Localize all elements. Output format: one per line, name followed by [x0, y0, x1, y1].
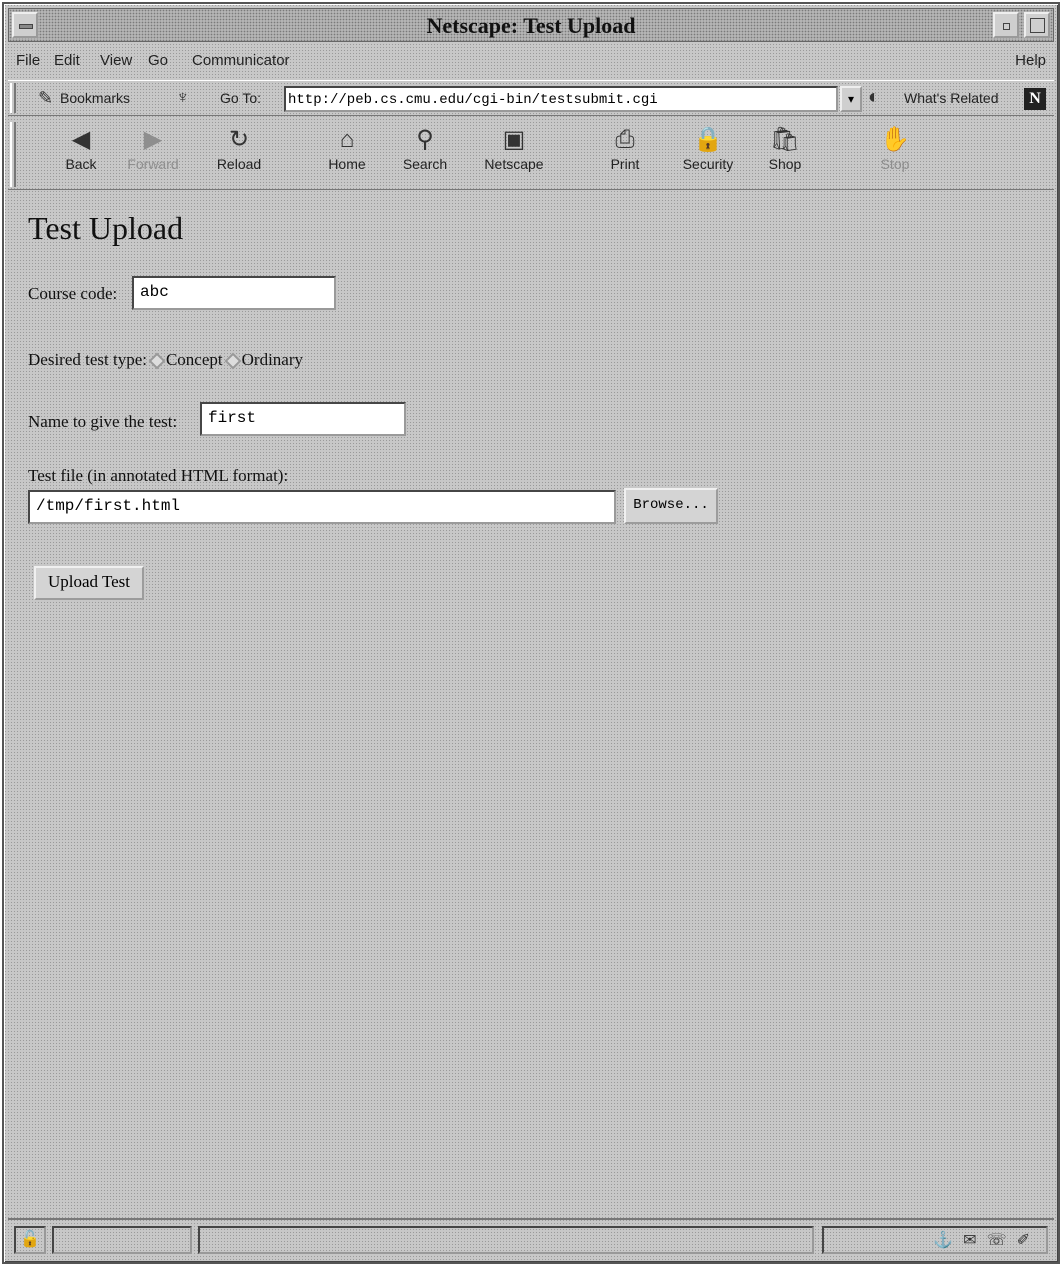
netscape-label: Netscape	[484, 156, 544, 172]
url-input[interactable]: http://peb.cs.cmu.edu/cgi-bin/testsubmit…	[284, 86, 838, 112]
discussion-icon[interactable]: ☏	[987, 1232, 1017, 1249]
toolbar-grip[interactable]	[10, 122, 16, 187]
home-label: Home	[328, 156, 366, 172]
page-proxy-icon[interactable]: ♆	[176, 87, 190, 108]
navigation-toolbar: ◀ Back ▶ Forward ↻ Reload ⌂ Home ⚲ Searc…	[8, 120, 1054, 190]
test-file-label: Test file (in annotated HTML format):	[28, 466, 289, 485]
print-button[interactable]: ⎙ Print	[590, 124, 660, 186]
menu-view[interactable]: View	[100, 52, 132, 69]
reload-button[interactable]: ↻ Reload	[204, 124, 274, 186]
menu-help[interactable]: Help	[1015, 52, 1046, 69]
security-button[interactable]: 🔒 Security	[670, 124, 746, 186]
browser-window: Netscape: Test Upload File Edit View Go …	[2, 2, 1060, 1264]
search-button[interactable]: ⚲ Search	[390, 124, 460, 186]
menu-communicator[interactable]: Communicator	[192, 52, 290, 69]
reload-label: Reload	[216, 156, 262, 172]
home-button[interactable]: ⌂ Home	[312, 124, 382, 186]
location-toolbar: ✎ Bookmarks ♆ Go To: http://peb.cs.cmu.e…	[8, 80, 1054, 116]
menu-go[interactable]: Go	[148, 52, 168, 69]
forward-label: Forward	[127, 156, 179, 172]
browse-button[interactable]: Browse...	[624, 488, 718, 524]
test-file-input[interactable]: /tmp/first.html	[28, 490, 616, 524]
mail-icon[interactable]: ✉	[963, 1232, 986, 1249]
back-button[interactable]: ◀ Back	[46, 124, 116, 186]
status-bar: 🔓 ⚓✉☏✐	[8, 1218, 1054, 1258]
stop-icon: ✋	[880, 126, 910, 153]
window-title: Netscape: Test Upload	[426, 13, 636, 38]
print-label: Print	[610, 156, 640, 172]
print-icon: ⎙	[615, 126, 635, 153]
ordinary-radio-label[interactable]: Ordinary	[242, 350, 303, 369]
search-label: Search	[402, 156, 448, 172]
forward-arrow-icon: ▶	[143, 126, 163, 153]
concept-radio[interactable]	[148, 352, 166, 370]
netscape-logo-icon[interactable]: N	[1024, 88, 1046, 110]
maximize-button[interactable]	[1024, 12, 1050, 38]
course-code-label: Course code:	[28, 284, 118, 303]
security-label: Security	[682, 156, 734, 172]
upload-test-button[interactable]: Upload Test	[34, 566, 144, 600]
navigator-icon[interactable]: ⚓	[933, 1232, 963, 1249]
status-text	[198, 1226, 814, 1254]
page-title: Test Upload	[28, 210, 184, 246]
component-bar[interactable]: ⚓✉☏✐	[822, 1226, 1048, 1254]
ordinary-radio[interactable]	[224, 352, 242, 370]
bookmarks-icon[interactable]: ✎	[38, 88, 53, 109]
test-name-input[interactable]: first	[200, 402, 406, 436]
progress-bar	[52, 1226, 192, 1254]
shop-label: Shop	[768, 156, 802, 172]
whats-related-button[interactable]: What's Related	[904, 90, 999, 106]
stop-label: Stop	[880, 156, 910, 172]
url-dropdown-button[interactable]: ▾	[840, 86, 862, 112]
netscape-icon: ▣	[502, 126, 526, 153]
search-icon: ⚲	[416, 126, 434, 153]
test-type-label: Desired test type:	[28, 350, 147, 369]
security-status-icon[interactable]: 🔓	[14, 1226, 46, 1254]
netscape-button[interactable]: ▣ Netscape	[474, 124, 554, 186]
menu-file[interactable]: File	[16, 52, 40, 69]
concept-radio-label[interactable]: Concept	[166, 350, 223, 369]
shop-button[interactable]: 🛍 Shop	[750, 124, 820, 186]
course-code-input[interactable]: abc	[132, 276, 336, 310]
title-bar[interactable]: Netscape: Test Upload	[8, 8, 1054, 42]
back-label: Back	[65, 156, 97, 172]
toolbar-grip[interactable]	[10, 83, 16, 113]
menu-edit[interactable]: Edit	[54, 52, 80, 69]
home-icon: ⌂	[339, 126, 355, 153]
page-content: Test Upload Course code: abc Desired tes…	[20, 204, 1048, 1214]
test-name-label: Name to give the test:	[28, 412, 178, 431]
whats-related-icon[interactable]: ◐	[868, 86, 880, 109]
menu-bar: File Edit View Go Communicator Help	[8, 46, 1054, 76]
forward-button[interactable]: ▶ Forward	[118, 124, 188, 186]
security-lock-icon: 🔒	[693, 126, 723, 153]
reload-icon: ↻	[228, 126, 250, 153]
test-type-row: Desired test type: Concept Ordinary	[28, 350, 303, 370]
composer-icon[interactable]: ✐	[1017, 1232, 1040, 1249]
shop-icon: 🛍	[769, 126, 801, 153]
goto-label: Go To:	[220, 90, 261, 106]
minimize-button[interactable]	[993, 12, 1019, 38]
back-arrow-icon: ◀	[71, 126, 91, 153]
stop-button[interactable]: ✋ Stop	[860, 124, 930, 186]
bookmarks-button[interactable]: Bookmarks	[60, 90, 130, 106]
